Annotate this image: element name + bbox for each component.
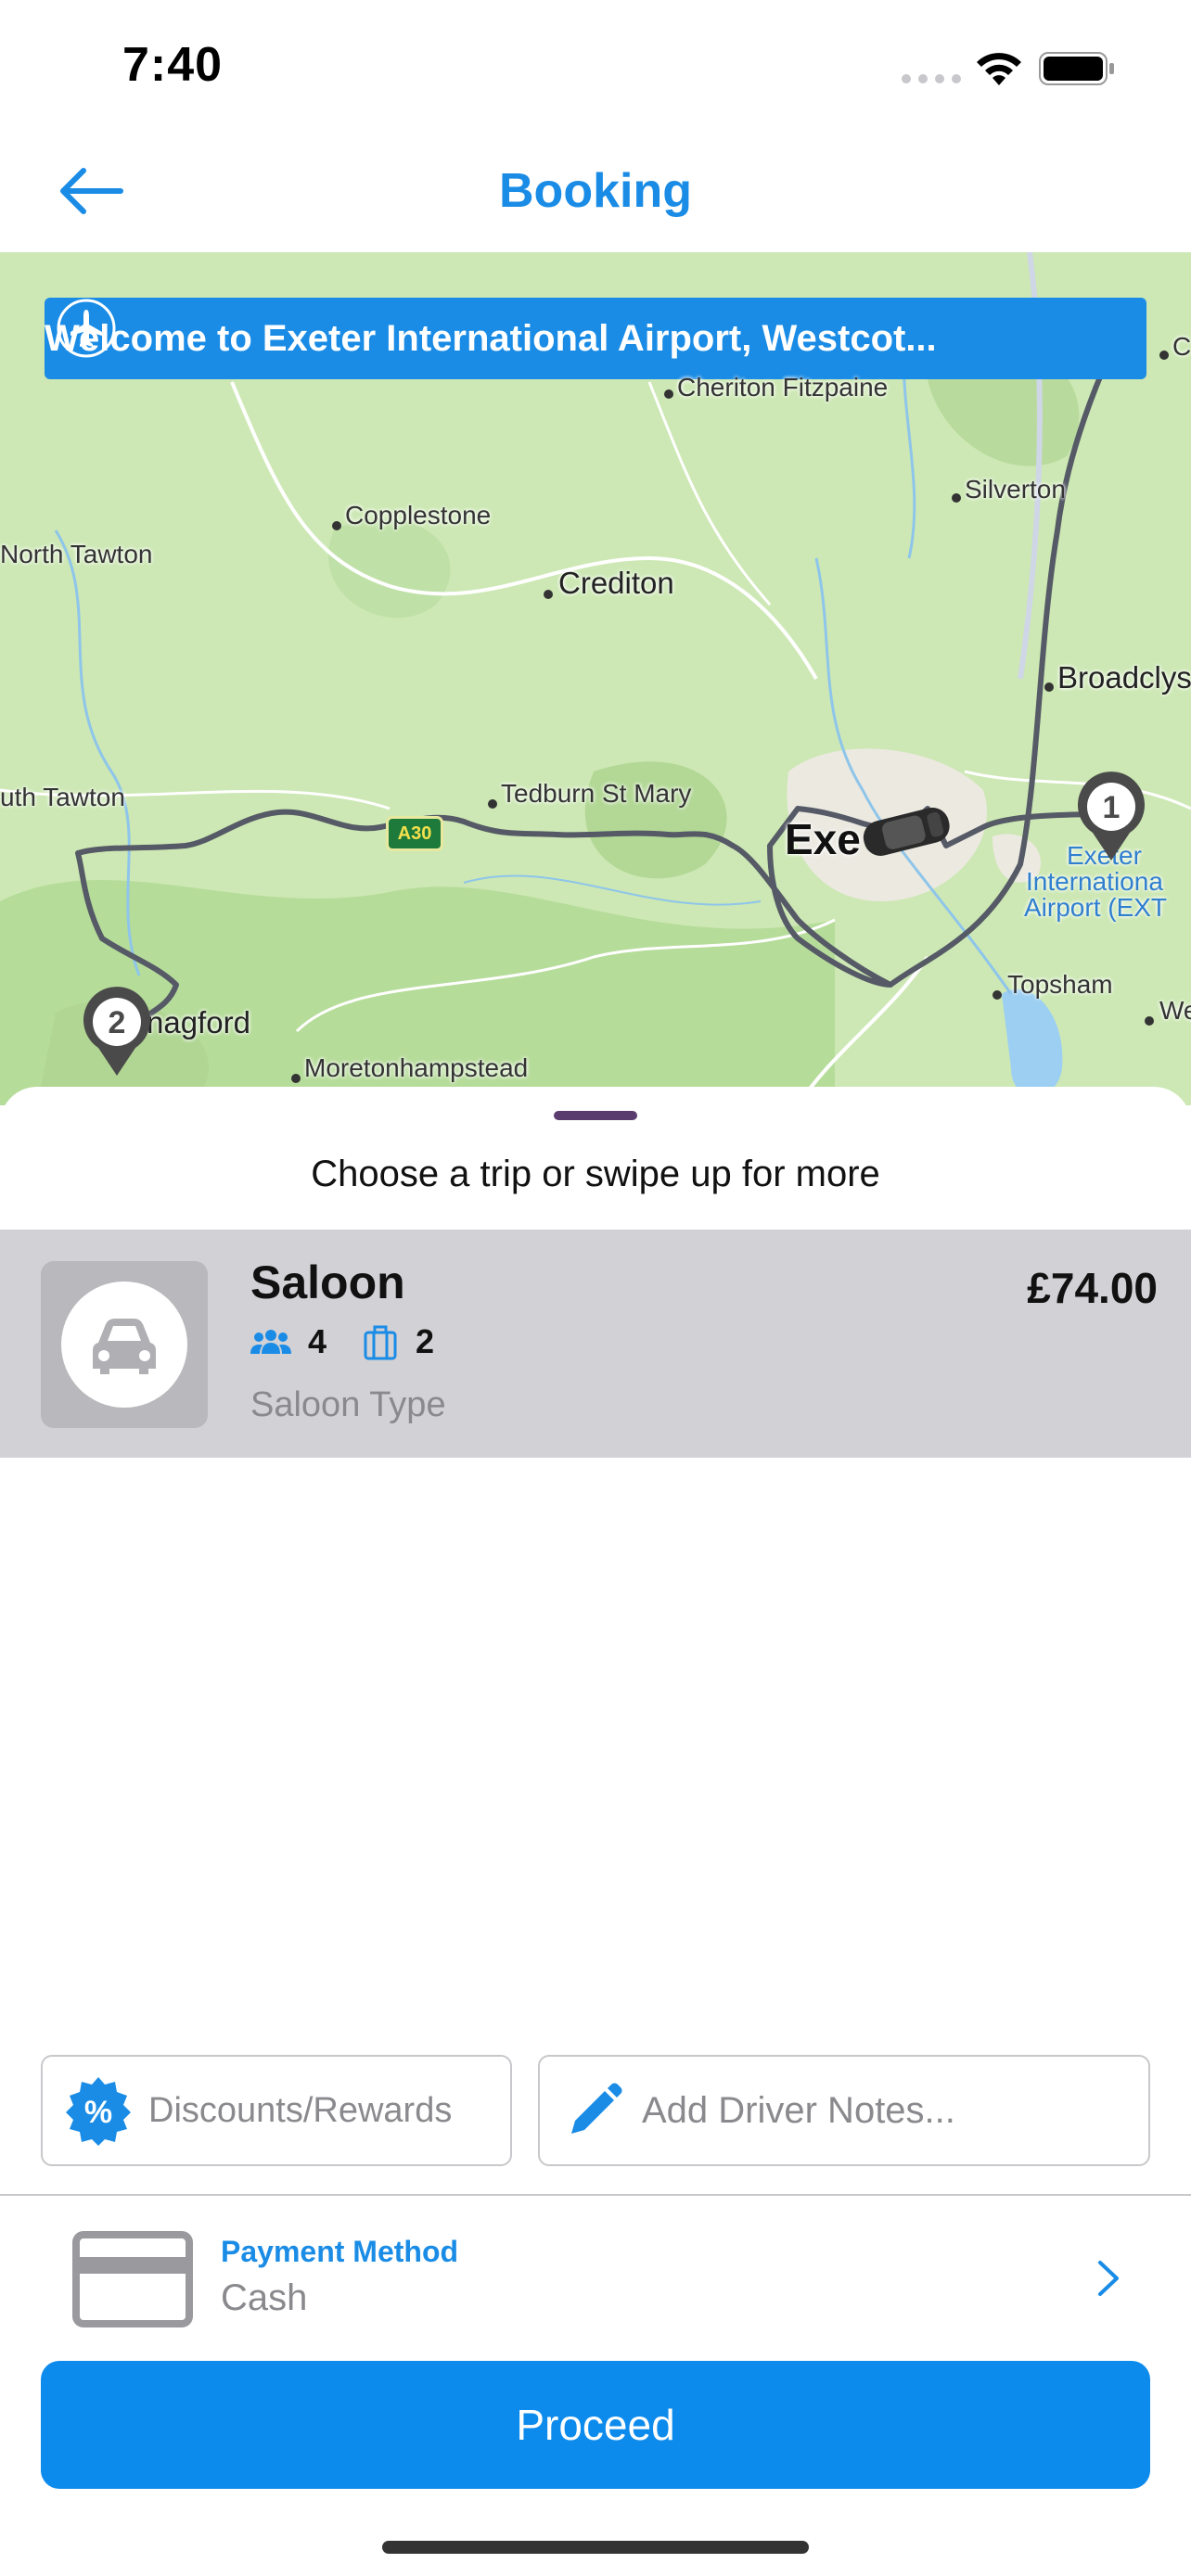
nav-bar: Booking [0, 130, 1191, 252]
chevron-right-icon [1098, 2261, 1119, 2296]
discounts-rewards-button[interactable]: % Discounts/Rewards [41, 2055, 512, 2166]
payment-method-title: Payment Method [221, 2235, 459, 2268]
trip-option-saloon[interactable]: Saloon 4 2 Saloon Type £74.00 [0, 1230, 1191, 1458]
dropoff-pin-icon[interactable]: 2 [78, 987, 156, 1079]
trip-name: Saloon [250, 1256, 405, 1308]
sheet-drag-handle[interactable] [554, 1111, 637, 1120]
map-label-silverton: Silverton [965, 475, 1066, 504]
pencil-icon [571, 2083, 622, 2134]
luggage-icon [364, 1325, 397, 1360]
driver-notes-placeholder: Add Driver Notes... [642, 2089, 955, 2131]
discount-badge-icon: % [66, 2077, 131, 2146]
battery-icon [1039, 52, 1114, 85]
map-place-dot [291, 1074, 301, 1083]
map-label-airport-3: Airport (EXT [1024, 893, 1168, 922]
page-title: Booking [499, 164, 692, 218]
welcome-banner-text: Welcome to Exeter International Airport,… [45, 317, 937, 359]
map-label-chagford: nagford [147, 1005, 250, 1039]
vehicle-icon-background [61, 1282, 187, 1408]
trip-capacity: 4 2 [250, 1322, 469, 1361]
passenger-count: 4 [308, 1322, 327, 1360]
map-place-dot [1159, 351, 1169, 360]
map-label-west-edge: We [1159, 996, 1191, 1025]
payment-method-value: Cash [221, 2277, 308, 2318]
home-indicator [382, 2541, 809, 2554]
map-label-tedburn: Tedburn St Mary [501, 779, 692, 808]
passengers-icon [250, 1330, 291, 1354]
map-label-topsham: Topsham [1007, 970, 1113, 999]
proceed-button[interactable]: Proceed [41, 2361, 1150, 2489]
trip-description: Saloon Type [250, 1385, 446, 1424]
pickup-pin-label: 1 [1103, 790, 1121, 825]
map-place-dot [488, 799, 497, 809]
sheet-subtitle: Choose a trip or swipe up for more [311, 1154, 880, 1194]
status-time: 7:40 [122, 38, 224, 92]
airplane-icon [57, 299, 116, 358]
driver-notes-field[interactable]: Add Driver Notes... [538, 2055, 1150, 2166]
map-label-exeter: Exe [785, 815, 861, 863]
luggage-count: 2 [416, 1322, 435, 1360]
map-place-dot [1044, 682, 1054, 692]
discounts-rewards-label: Discounts/Rewards [148, 2090, 453, 2130]
map-place-dot [544, 590, 553, 599]
map-label-north-tawton: North Tawton [0, 540, 153, 568]
status-bar: 7:40 [0, 0, 1191, 130]
vehicle-thumbnail [41, 1261, 208, 1428]
map-label-cheriton: Cheriton Fitzpaine [677, 373, 889, 402]
credit-card-icon [72, 2231, 193, 2327]
map-place-dot [1145, 1016, 1154, 1026]
car-marker-icon [863, 807, 950, 856]
map-place-dot [664, 389, 673, 399]
map-label-crediton: Crediton [558, 566, 674, 600]
trip-price: £74.00 [1027, 1264, 1158, 1312]
dropoff-pin-label: 2 [109, 1005, 126, 1040]
map-label-airport-2: Internationa [1026, 867, 1163, 896]
map-label-broadclyst: Broadclys [1057, 660, 1191, 695]
route-map[interactable]: Welcome to Exeter International Airport,… [0, 252, 1191, 1105]
welcome-banner[interactable]: Welcome to Exeter International Airport,… [45, 298, 1146, 379]
cellular-signal-icon [902, 74, 961, 83]
car-icon [93, 1319, 156, 1374]
divider [0, 2194, 1191, 2196]
payment-method-row[interactable]: Payment Method Cash [0, 2198, 1191, 2355]
map-label-moretonhampstead: Moretonhampstead [304, 1053, 529, 1082]
map-label-south-tawton: uth Tawton [0, 783, 125, 811]
pickup-pin-icon[interactable]: 1 [1072, 772, 1150, 864]
map-label-copplestone: Copplestone [345, 501, 492, 529]
wifi-icon [977, 53, 1021, 85]
map-label-corner: C [1172, 332, 1191, 361]
road-badge-a30: A30 [386, 816, 443, 851]
map-place-dot [952, 493, 961, 503]
map-place-dot [332, 521, 341, 530]
svg-text:%: % [84, 2095, 112, 2130]
map-place-dot [992, 990, 1002, 1000]
